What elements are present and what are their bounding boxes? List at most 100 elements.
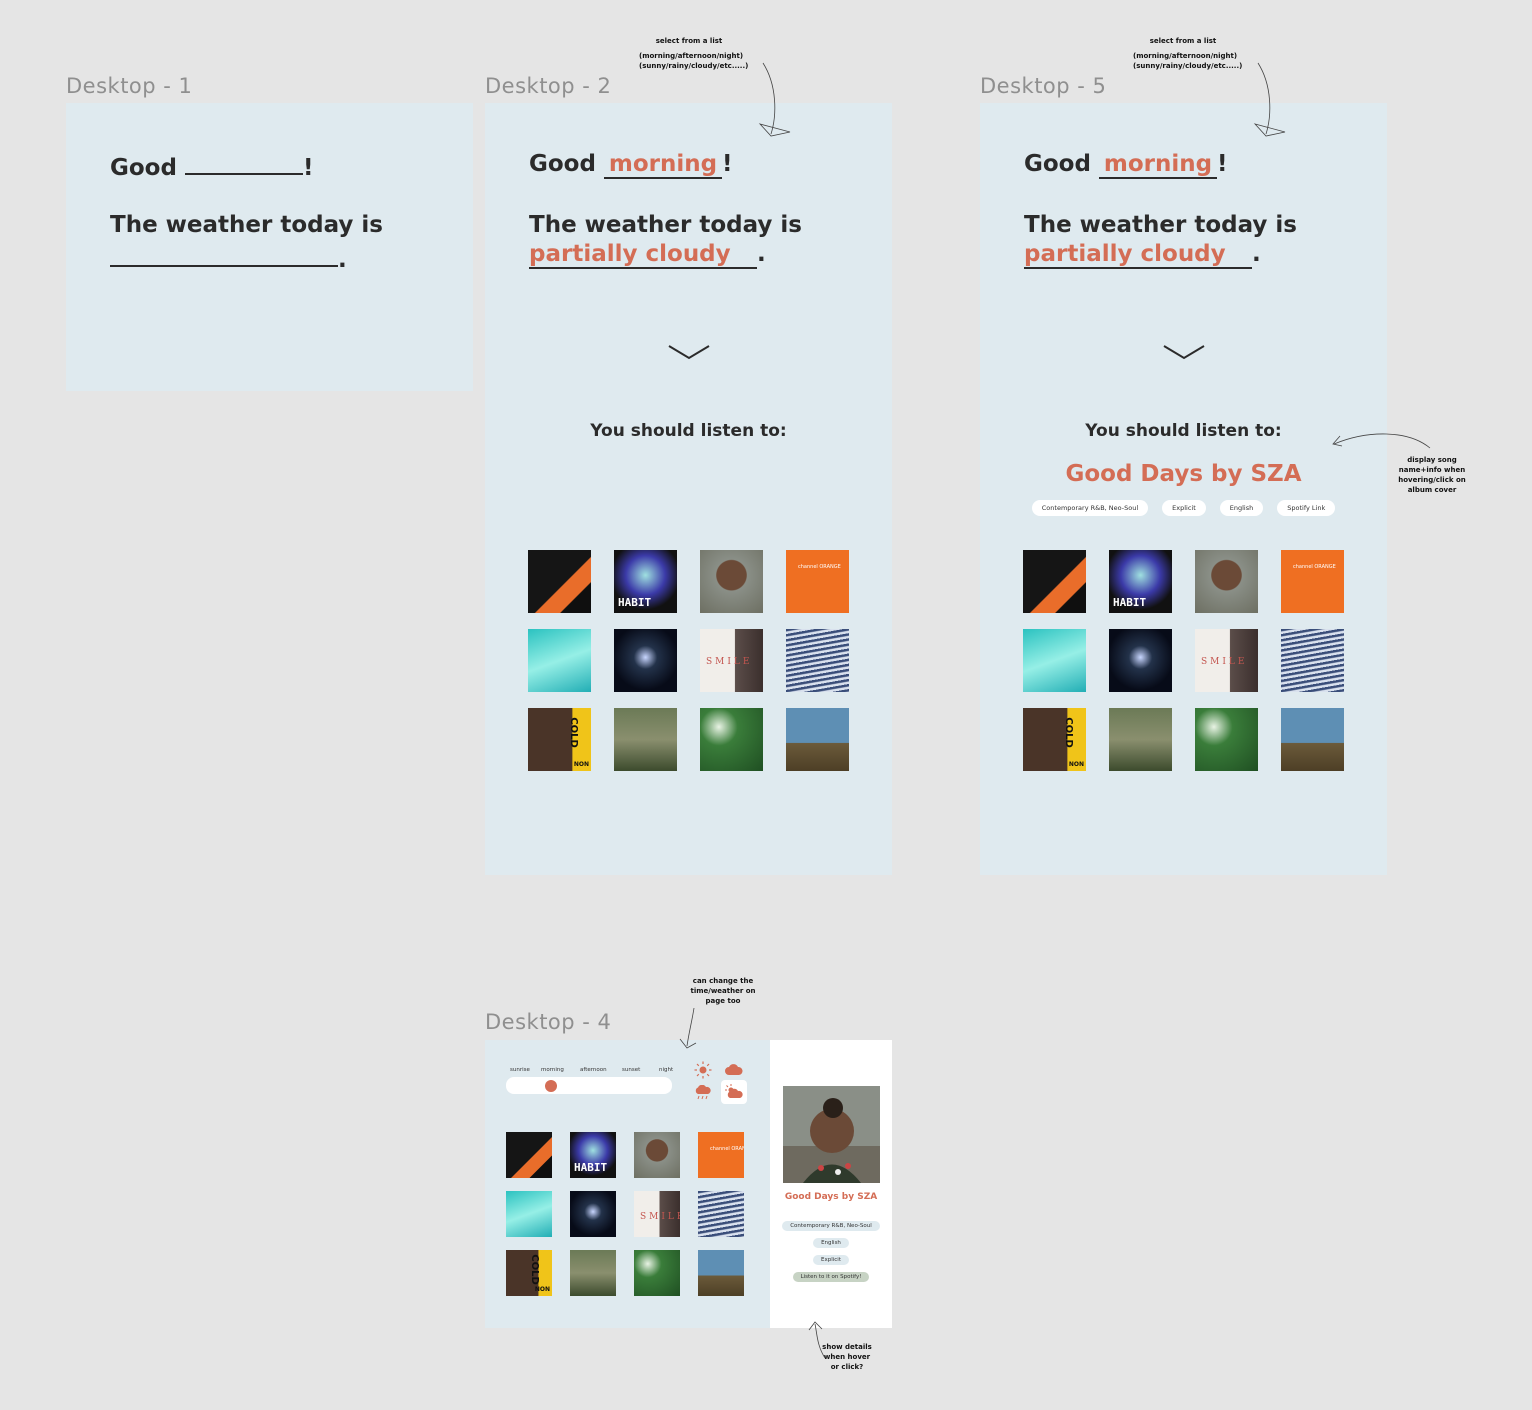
album-cover-text: SMILE: [1201, 657, 1248, 668]
album-cover-11[interactable]: [1195, 708, 1258, 771]
sun-icon[interactable]: [693, 1061, 713, 1079]
album-cover-8[interactable]: [786, 629, 849, 692]
album-cover-habit[interactable]: HABIT: [1109, 550, 1172, 613]
note-line: (sunny/rainy/cloudy/etc.....): [639, 62, 749, 70]
note-line: album cover: [1407, 486, 1457, 494]
weather-select[interactable]: partially cloudy: [529, 241, 757, 269]
greeting-word: Good: [529, 151, 596, 177]
spotify-button-label[interactable]: Listen to it on Spotify!: [792, 1272, 870, 1282]
album-cover-channel-orange[interactable]: channel ORANGE: [786, 550, 849, 613]
spotify-link-chip[interactable]: Spotify Link: [1277, 500, 1336, 516]
language-chip: English: [1219, 500, 1264, 516]
weather-blank[interactable]: [110, 243, 338, 267]
song-detail-cover: [783, 1086, 880, 1183]
time-blank[interactable]: [184, 151, 303, 175]
time-select[interactable]: morning: [1098, 151, 1217, 179]
frame-label-desktop-4: Desktop - 4: [485, 1010, 612, 1034]
chevron-down-icon[interactable]: [667, 343, 711, 361]
weather-line: partially cloudy.: [529, 241, 766, 269]
song-title: Good Days by SZA: [1065, 461, 1302, 487]
album-cover-1[interactable]: [506, 1132, 552, 1178]
album-cover-12[interactable]: [786, 708, 849, 771]
album-cover-12[interactable]: [1281, 708, 1344, 771]
album-cover-smile[interactable]: SMILE: [700, 629, 763, 692]
note-title: select from a list: [655, 37, 723, 45]
album-cover-10[interactable]: [1109, 708, 1172, 771]
listen-title: You should listen to:: [1085, 421, 1282, 441]
greeting-line: Good morning!: [529, 151, 732, 179]
album-cover-cold[interactable]: COLD NON: [506, 1250, 552, 1296]
album-cover-cold[interactable]: COLD NON: [1023, 708, 1086, 771]
weather-prefix: The weather today is: [1024, 212, 1298, 238]
album-cover-8[interactable]: [698, 1191, 744, 1237]
album-cover-6[interactable]: [1109, 629, 1172, 692]
note-line: (morning/afternoon/night): [639, 52, 744, 60]
album-cover-1[interactable]: [1023, 550, 1086, 613]
album-cover-sza[interactable]: [1195, 550, 1258, 613]
album-cover-8[interactable]: [1281, 629, 1344, 692]
time-label-sunrise: sunrise: [510, 1067, 530, 1073]
note-select-list-1: select from a list (morning/afternoon/ni…: [639, 36, 749, 71]
weather-prefix: The weather today is: [529, 212, 803, 238]
weather-line: partially cloudy.: [1024, 241, 1261, 269]
album-cover-text: HABIT: [618, 596, 652, 609]
annotation-arrow: [808, 1321, 826, 1359]
album-cover-text: channel ORANGE: [710, 1146, 744, 1152]
album-cover-smile[interactable]: SMILE: [1195, 629, 1258, 692]
album-cover-5[interactable]: [1023, 629, 1086, 692]
album-grid: HABIT channel ORANGE SMILE COLDNON: [506, 1132, 744, 1296]
album-cover-sza[interactable]: [634, 1132, 680, 1178]
album-cover-text: COLD: [568, 717, 580, 748]
album-cover-habit[interactable]: HABIT: [570, 1132, 616, 1178]
annotation-arrow: [679, 1007, 697, 1049]
frame-desktop-2: Good morning! The weather today is parti…: [485, 103, 892, 875]
song-detail-panel: Good Days by SZA Contemporary R&B, Neo-S…: [770, 1040, 892, 1328]
greeting-word: Good: [110, 155, 177, 181]
album-cover-11[interactable]: [634, 1250, 680, 1296]
greeting-word: Good: [1024, 151, 1091, 177]
cloud-icon[interactable]: [725, 1064, 743, 1076]
listen-title: You should listen to:: [590, 421, 787, 441]
spotify-button[interactable]: Listen to it on Spotify!: [770, 1263, 892, 1282]
note-line: (sunny/rainy/cloudy/etc.....): [1133, 62, 1243, 70]
greeting-exclaim: !: [302, 155, 314, 181]
chevron-down-icon[interactable]: [1162, 343, 1206, 361]
weather-line: .: [110, 243, 347, 273]
song-info-chips: Contemporary R&B, Neo-Soul Explicit Engl…: [980, 500, 1387, 516]
album-cover-11[interactable]: [700, 708, 763, 771]
genre-chip: Contemporary R&B, Neo-Soul: [1031, 500, 1149, 516]
album-cover-text: NON: [534, 1286, 550, 1293]
frame-label-desktop-5: Desktop - 5: [980, 74, 1107, 98]
time-select[interactable]: morning: [603, 151, 722, 179]
time-slider[interactable]: [506, 1077, 672, 1094]
rain-cloud-icon[interactable]: [694, 1085, 712, 1101]
album-grid: HABIT channel ORANGE SMILE COLD NON: [528, 550, 849, 771]
album-cover-channel-orange[interactable]: channel ORANGE: [698, 1132, 744, 1178]
album-cover-cold[interactable]: COLD NON: [528, 708, 591, 771]
album-cover-10[interactable]: [614, 708, 677, 771]
note-display-song: display song name+info when hovering/cli…: [1397, 455, 1467, 495]
note-line: (morning/afternoon/night): [1133, 52, 1238, 60]
album-cover-12[interactable]: [698, 1250, 744, 1296]
album-cover-1[interactable]: [528, 550, 591, 613]
album-cover-5[interactable]: [506, 1191, 552, 1237]
album-cover-sza[interactable]: [700, 550, 763, 613]
album-cover-10[interactable]: [570, 1250, 616, 1296]
album-cover-6[interactable]: [614, 629, 677, 692]
album-cover-text: channel ORANGE: [1293, 564, 1336, 570]
album-cover-5[interactable]: [528, 629, 591, 692]
note-line: time/weather on: [690, 987, 756, 995]
album-cover-habit[interactable]: HABIT: [614, 550, 677, 613]
slider-thumb[interactable]: [544, 1079, 557, 1092]
annotation-arrow: [1332, 433, 1431, 449]
time-label-afternoon: afternoon: [580, 1067, 607, 1073]
time-label-night: night: [659, 1067, 674, 1073]
weather-period: .: [338, 247, 347, 273]
album-cover-text: NON: [573, 761, 589, 768]
album-cover-smile[interactable]: SMILE: [634, 1191, 680, 1237]
album-cover-6[interactable]: [570, 1191, 616, 1237]
weather-select[interactable]: partially cloudy: [1024, 241, 1252, 269]
album-grid: HABIT channel ORANGE SMILE COLDNON: [1023, 550, 1344, 771]
album-cover-channel-orange[interactable]: channel ORANGE: [1281, 550, 1344, 613]
partly-cloudy-option-selected[interactable]: [721, 1080, 747, 1104]
